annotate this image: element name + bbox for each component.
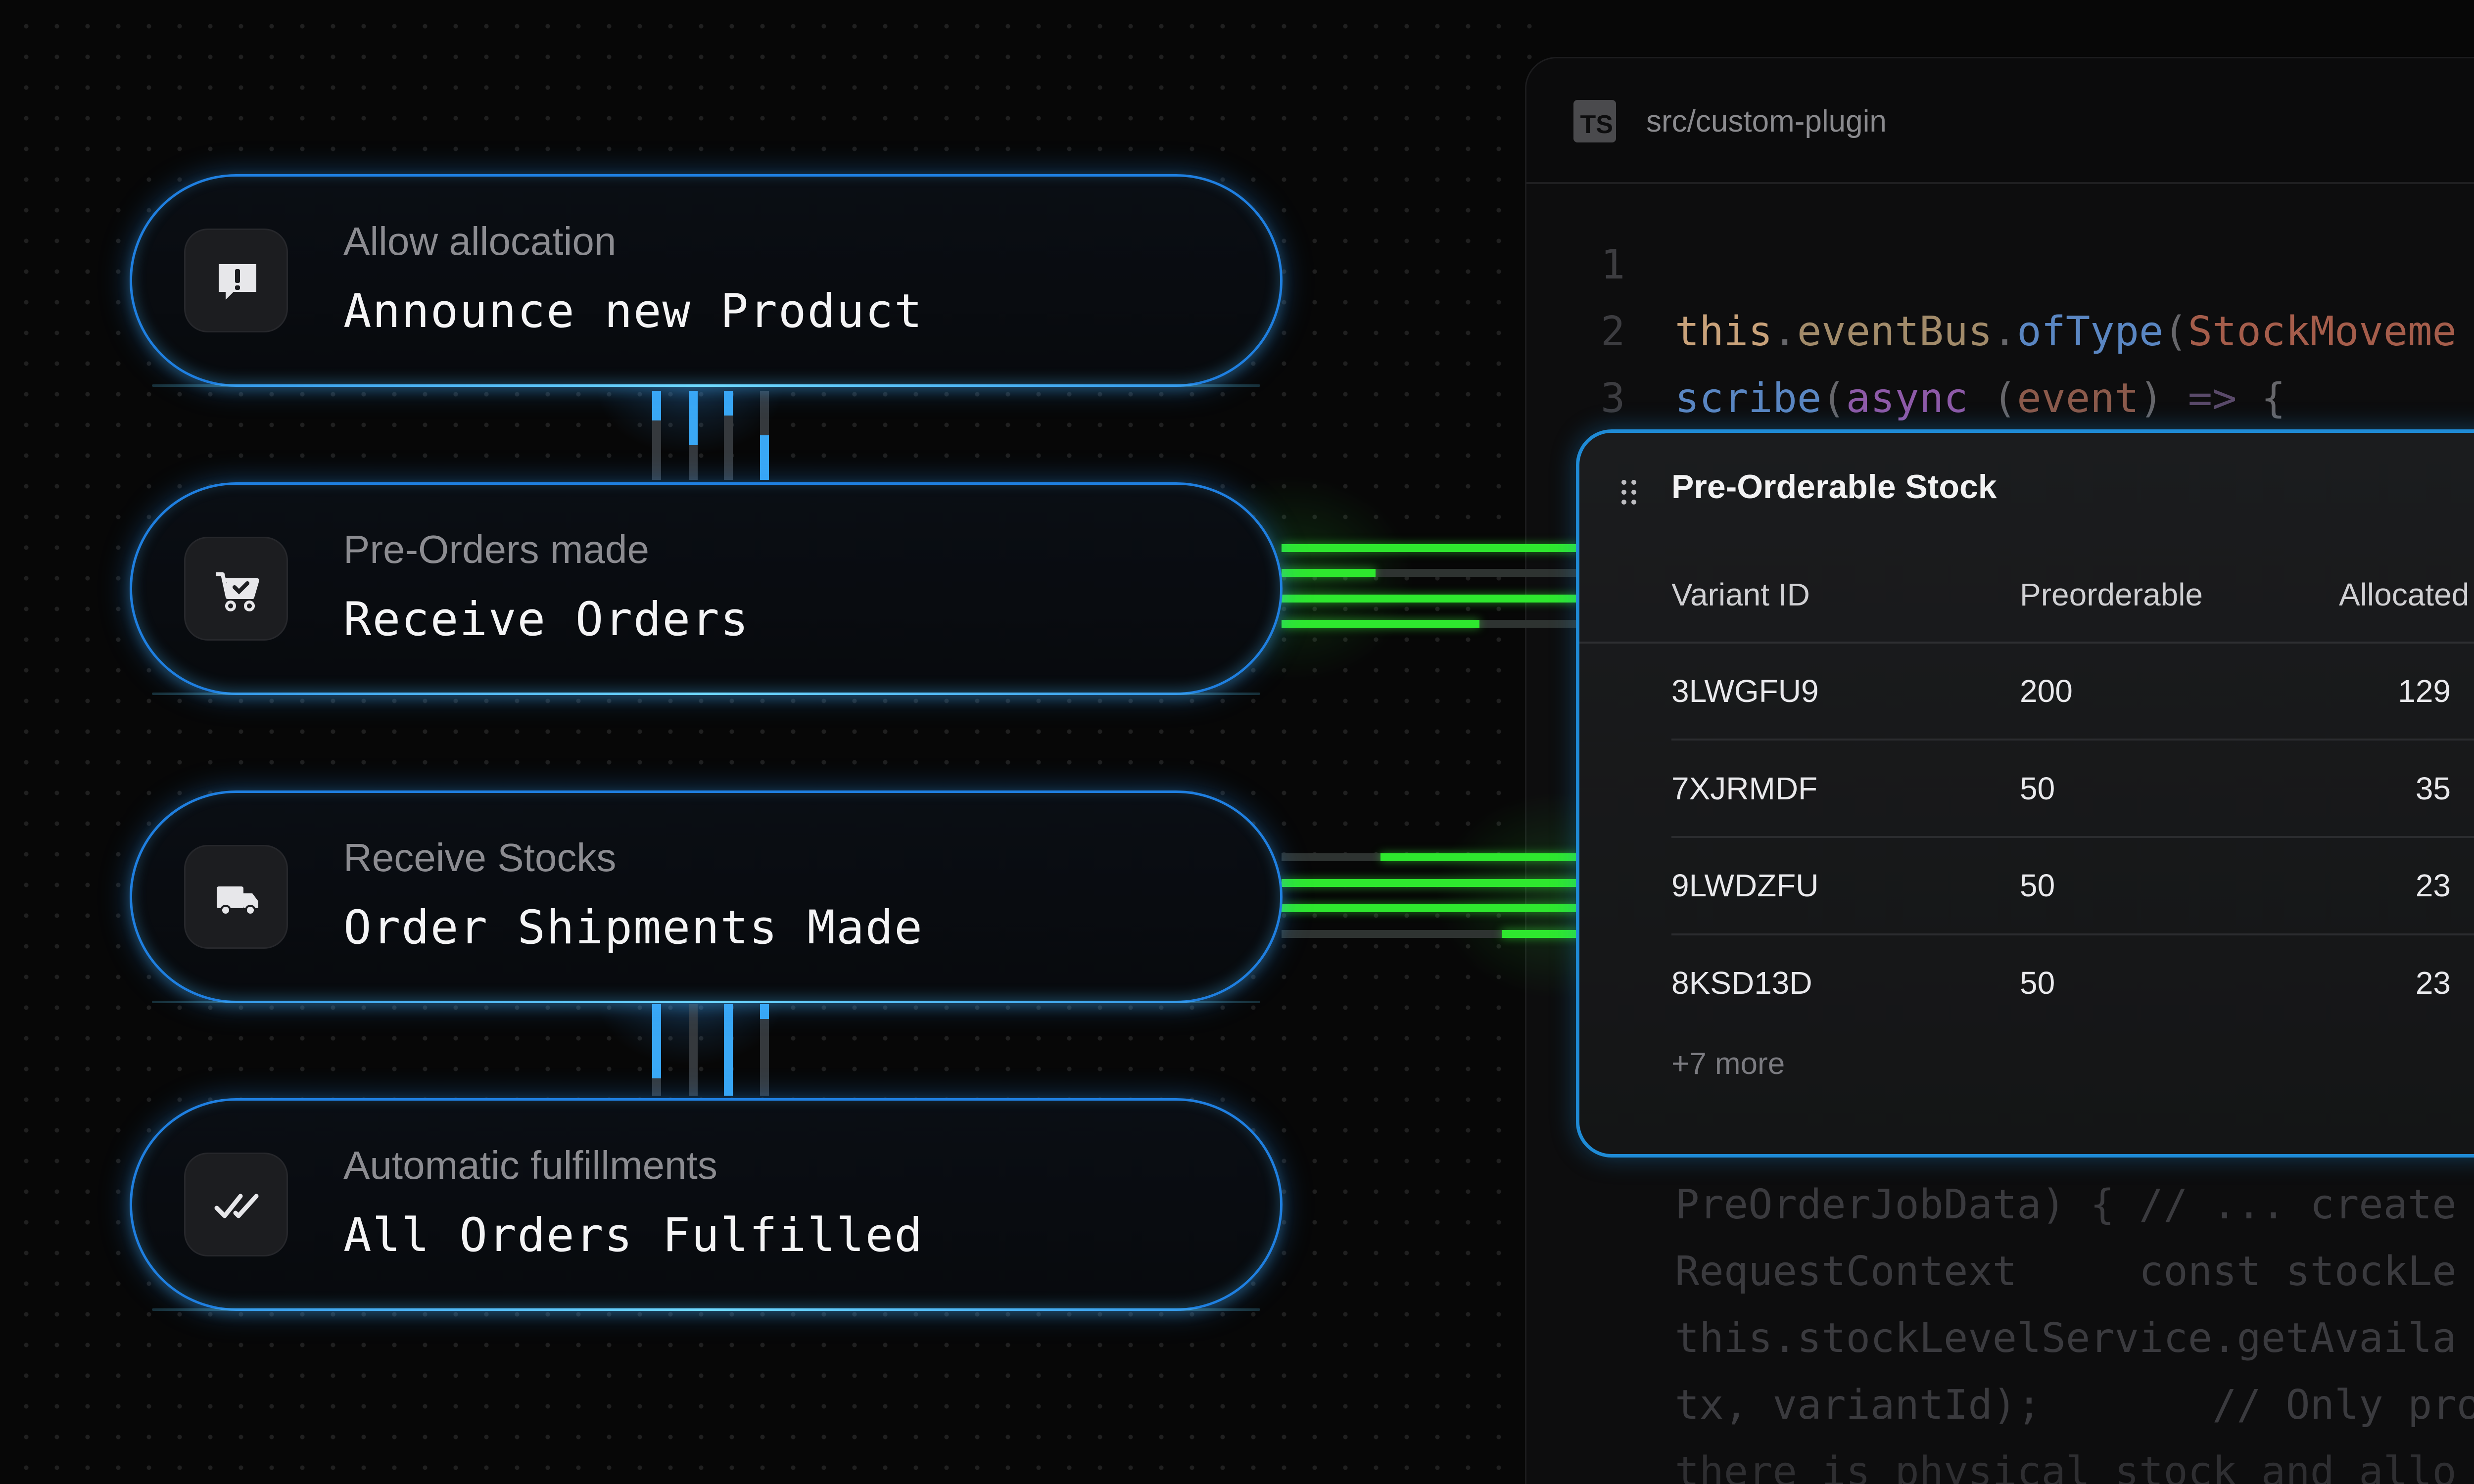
vertical-connector-fill: [689, 391, 698, 445]
workflow-canvas: TS src/custom-plugin 1 2 3 this.eventBus…: [0, 0, 2474, 1484]
cell-variant-id: 7XJRMDF: [1671, 771, 1818, 806]
card-label: Allow allocation: [343, 219, 617, 263]
code-token: .: [1772, 308, 1797, 355]
vertical-connector-fill: [724, 1004, 733, 1096]
cell-allocated: 23: [2415, 868, 2451, 903]
cell-preorderable: 200: [2020, 673, 2073, 709]
card-label: Automatic fulfillments: [343, 1143, 717, 1187]
column-header-preorderable[interactable]: Preorderable: [2020, 576, 2203, 613]
horizontal-connector-fill: [1282, 544, 1578, 552]
code-line: this.stockLevelService.getAvaila: [1675, 1315, 2457, 1362]
cart-check-icon: [216, 572, 259, 611]
card-title: Order Shipments Made: [343, 901, 923, 955]
code-line: PreOrderJobData) { // ... create: [1675, 1181, 2457, 1228]
header-divider: [1579, 642, 2474, 644]
card-title: All Orders Fulfilled: [343, 1208, 923, 1262]
code-token: {: [2236, 375, 2286, 422]
code-line: scribe(async (event) => {: [1675, 375, 2285, 422]
line-number: 1: [1601, 241, 1625, 288]
pre-orderable-stock-popup[interactable]: Pre-Orderable Stock Variant ID Preordera…: [1576, 429, 2474, 1158]
column-header-variant-id[interactable]: Variant ID: [1671, 576, 1810, 613]
cell-variant-id: 3LWGFU9: [1671, 673, 1819, 709]
vertical-connector-fill: [760, 1004, 769, 1019]
cell-preorderable: 50: [2020, 965, 2055, 1001]
code-token: scribe: [1675, 375, 1822, 422]
code-line: RequestContext const stockLe: [1675, 1248, 2457, 1295]
horizontal-connector-fill: [1380, 853, 1578, 861]
card-title: Receive Orders: [343, 593, 750, 647]
card-icon-box: [184, 845, 288, 949]
vertical-connector-fill: [652, 1004, 661, 1078]
popup-title: Pre-Orderable Stock: [1671, 468, 1997, 506]
card-icon-box: [184, 1153, 288, 1256]
code-token: (: [2163, 308, 2188, 355]
cell-variant-id: 9LWDZFU: [1671, 868, 1819, 903]
code-token: eventBus: [1797, 308, 1993, 355]
vertical-connector-fill: [724, 391, 733, 416]
flow-card-announce-product[interactable]: Allow allocation Announce new Product: [130, 174, 1283, 387]
row-divider: [1671, 739, 2474, 741]
flow-card-orders-fulfilled[interactable]: Automatic fulfillments All Orders Fulfil…: [130, 1098, 1283, 1311]
vertical-connector-fill: [652, 391, 661, 420]
alert-message-icon: [219, 264, 256, 300]
code-token: ): [2139, 375, 2188, 422]
vertical-connector-fill: [760, 435, 769, 480]
card-icon-box: [184, 229, 288, 332]
cell-variant-id: 8KSD13D: [1671, 965, 1812, 1001]
flow-card-receive-orders[interactable]: Pre-Orders made Receive Orders: [130, 482, 1283, 695]
vertical-connector: [689, 1004, 698, 1096]
line-number: 2: [1601, 308, 1625, 355]
cell-preorderable: 50: [2020, 868, 2055, 903]
code-line: this.eventBus.ofType(StockMoveme: [1675, 308, 2457, 355]
code-token: ofType: [2017, 308, 2164, 355]
horizontal-connector-fill: [1282, 569, 1376, 577]
card-title: Announce new Product: [343, 284, 923, 338]
horizontal-connector-fill: [1502, 930, 1578, 938]
show-more-link[interactable]: +7 more: [1671, 1046, 1785, 1081]
horizontal-connector-fill: [1282, 620, 1479, 628]
code-token: (: [1968, 375, 2017, 422]
code-line: there is physical stock and allo: [1675, 1448, 2457, 1484]
cell-preorderable: 50: [2020, 771, 2055, 806]
card-label: Receive Stocks: [343, 835, 617, 880]
horizontal-connector-fill: [1282, 904, 1578, 912]
code-token: (: [1821, 375, 1846, 422]
card-icon-box: [184, 537, 288, 641]
code-token: .: [1992, 308, 2017, 355]
row-divider: [1671, 836, 2474, 838]
cell-allocated: 23: [2415, 965, 2451, 1001]
horizontal-connector-fill: [1282, 595, 1578, 603]
code-token: this: [1675, 308, 1773, 355]
line-number: 3: [1601, 375, 1625, 422]
code-token: StockMoveme: [2188, 308, 2457, 355]
double-check-icon: [214, 1194, 259, 1218]
cell-allocated: 129: [2398, 673, 2451, 709]
code-token: event: [2017, 375, 2140, 422]
card-label: Pre-Orders made: [343, 527, 649, 571]
cell-allocated: 35: [2415, 771, 2451, 806]
row-divider: [1671, 933, 2474, 935]
code-token: async: [1846, 375, 1968, 422]
code-line: tx, variantId); // Only pro: [1675, 1382, 2474, 1429]
code-token: =>: [2188, 375, 2237, 422]
truck-icon: [217, 886, 258, 916]
horizontal-connector-fill: [1282, 879, 1578, 887]
flow-card-order-shipments[interactable]: Receive Stocks Order Shipments Made: [130, 790, 1283, 1003]
drag-handle-icon[interactable]: [1619, 477, 1639, 507]
column-header-allocated[interactable]: Allocated: [2339, 576, 2469, 613]
